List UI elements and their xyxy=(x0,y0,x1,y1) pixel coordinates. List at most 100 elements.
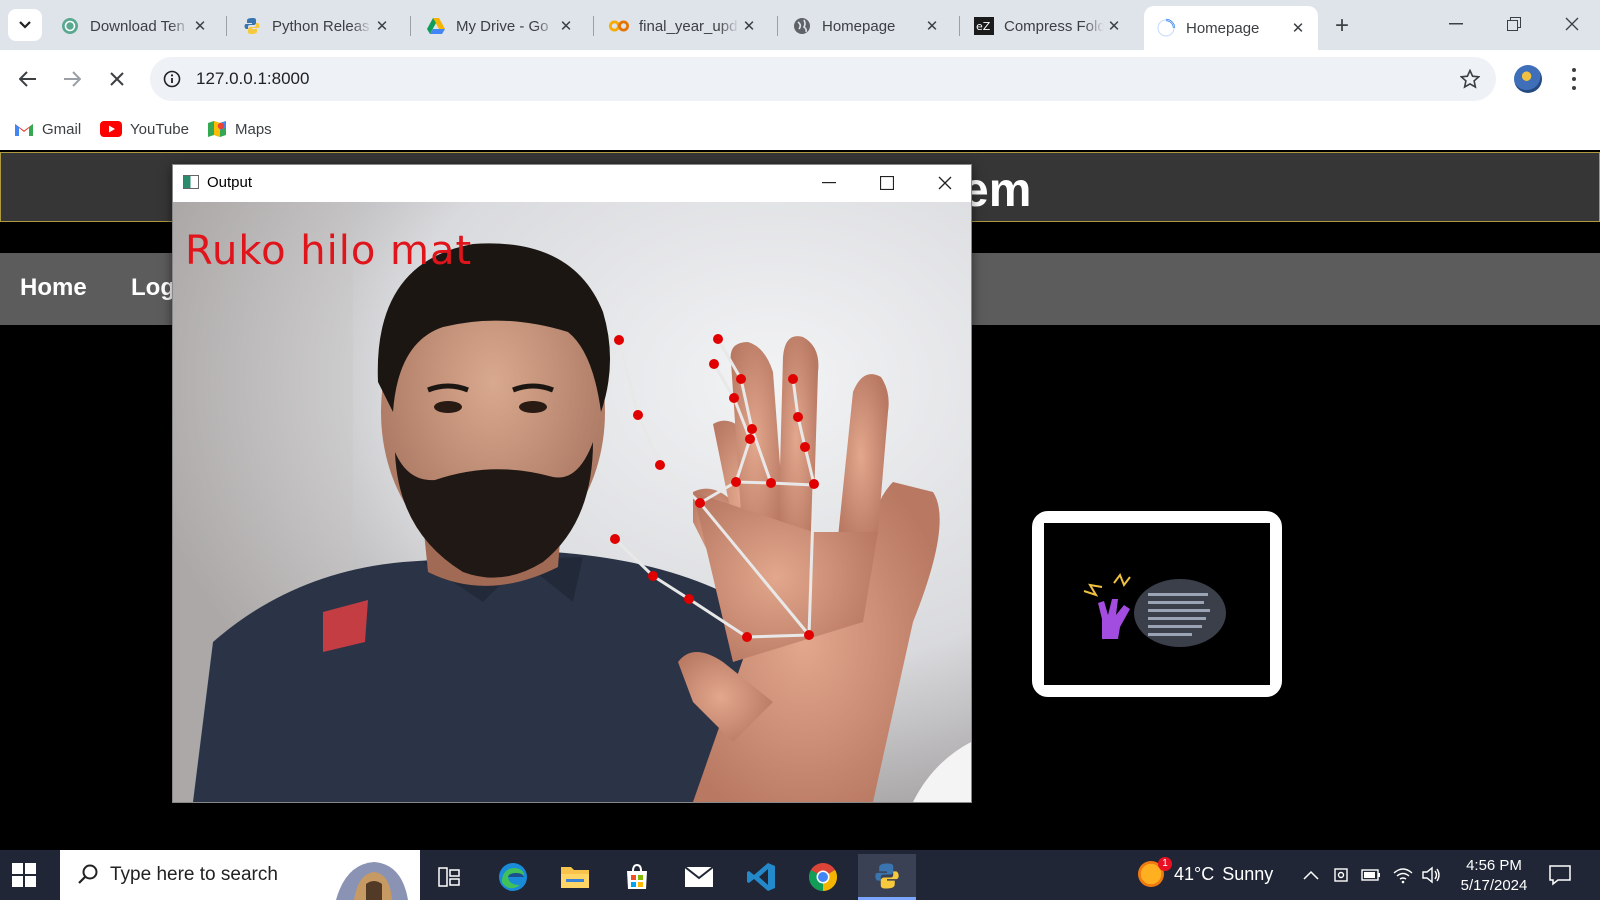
tab-compress[interactable]: eZ Compress Fold ✕ xyxy=(962,9,1134,43)
close-icon[interactable]: ✕ xyxy=(1288,18,1308,38)
ezyzip-icon: eZ xyxy=(974,16,994,36)
clock-time: 4:56 PM xyxy=(1466,857,1522,874)
nav-link-home[interactable]: Home xyxy=(20,274,87,302)
notification-badge: 1 xyxy=(1158,857,1172,871)
search-placeholder: Type here to search xyxy=(110,864,278,885)
arrow-left-icon xyxy=(19,71,36,87)
browser-menu-icon[interactable] xyxy=(1562,66,1586,92)
tab-title: Homepage xyxy=(1186,19,1260,37)
close-icon[interactable]: ✕ xyxy=(1104,16,1124,36)
tab-download[interactable]: Download Ten ✕ xyxy=(48,9,220,43)
bookmark-label: Maps xyxy=(235,120,272,138)
mail-icon[interactable] xyxy=(670,854,728,900)
close-icon xyxy=(1565,17,1579,31)
search-highlight-art xyxy=(336,862,408,900)
browser-toolbar: 127.0.0.1:8000 xyxy=(0,50,1600,108)
weather-widget[interactable]: 1 41°C Sunny xyxy=(1138,857,1274,887)
weather-temp: 41°C xyxy=(1174,863,1215,884)
colab-icon xyxy=(609,16,629,36)
python-icon xyxy=(242,16,262,36)
info-icon[interactable] xyxy=(160,67,184,91)
bookmark-maps[interactable]: Maps xyxy=(207,116,272,142)
bookmark-label: Gmail xyxy=(42,120,82,138)
app-icon xyxy=(183,175,199,189)
tab-homepage-active[interactable]: Homepage ✕ xyxy=(1144,6,1318,50)
gesture-message: Ruko hilo mat xyxy=(185,228,473,274)
nav-link-login[interactable]: Log xyxy=(131,274,175,302)
loading-spinner-icon xyxy=(1156,18,1176,38)
close-icon[interactable]: ✕ xyxy=(739,16,759,36)
taskbar: Type here to search 1 41°C Sunny 4:56 PM… xyxy=(0,850,1600,900)
tab-strip: Download Ten ✕ Python Releas ✕ My Drive … xyxy=(0,0,1600,50)
maximize-button[interactable] xyxy=(867,169,907,197)
gesture-preview-card xyxy=(1032,511,1282,697)
tab-title: Compress Fold xyxy=(1004,17,1104,35)
tab-python[interactable]: Python Releas ✕ xyxy=(230,9,402,43)
meet-now-icon[interactable] xyxy=(1330,865,1352,885)
notification-center-icon[interactable] xyxy=(1548,864,1572,886)
taskbar-search[interactable]: Type here to search xyxy=(60,850,420,900)
bookmarks-bar: Gmail YouTube Maps xyxy=(0,108,1600,150)
gesture-illustration xyxy=(1044,523,1270,685)
minimize-button[interactable] xyxy=(809,169,849,197)
bookmark-gmail[interactable]: Gmail xyxy=(14,116,81,142)
task-view-icon[interactable] xyxy=(420,854,478,900)
output-window-title: Output xyxy=(207,174,253,191)
tab-title: final_year_upd xyxy=(639,17,738,35)
tab-google-drive[interactable]: My Drive - Go ✕ xyxy=(414,9,586,43)
clock-date: 5/17/2024 xyxy=(1460,877,1528,894)
tab-title: Python Releas xyxy=(272,17,370,35)
volume-icon[interactable] xyxy=(1420,865,1442,885)
python-icon[interactable] xyxy=(858,854,916,900)
close-icon[interactable]: ✕ xyxy=(372,16,392,36)
restore-button[interactable] xyxy=(1486,8,1542,40)
close-icon[interactable]: ✕ xyxy=(922,16,942,36)
sun-icon: 1 xyxy=(1138,857,1172,887)
close-icon[interactable]: ✕ xyxy=(556,16,576,36)
minimize-icon xyxy=(1449,23,1463,25)
battery-icon[interactable] xyxy=(1360,865,1382,885)
webcam-feed: Ruko hilo mat xyxy=(173,202,971,802)
tab-title: Download Ten xyxy=(90,17,185,35)
tab-search-button[interactable] xyxy=(8,9,42,41)
weather-condition: Sunny xyxy=(1222,863,1274,884)
address-bar[interactable]: 127.0.0.1:8000 xyxy=(150,57,1496,101)
stop-loading-button[interactable] xyxy=(102,64,132,94)
output-window[interactable]: Output Ruko hilo mat xyxy=(172,164,972,803)
webcam-frame xyxy=(173,202,971,802)
bookmark-youtube[interactable]: YouTube xyxy=(100,116,189,142)
forward-button[interactable] xyxy=(57,64,87,94)
profile-avatar[interactable] xyxy=(1514,65,1542,93)
minimize-button[interactable] xyxy=(1428,8,1484,40)
tab-colab[interactable]: final_year_upd ✕ xyxy=(597,9,769,43)
google-drive-icon xyxy=(426,16,446,36)
minimize-icon xyxy=(822,182,836,184)
url-text[interactable]: 127.0.0.1:8000 xyxy=(196,69,309,89)
close-icon[interactable]: ✕ xyxy=(190,16,210,36)
gmail-icon xyxy=(14,121,34,137)
close-window-button[interactable] xyxy=(925,169,965,197)
close-window-button[interactable] xyxy=(1544,8,1600,40)
svg-text:eZ: eZ xyxy=(976,20,991,33)
file-explorer-icon[interactable] xyxy=(546,854,604,900)
back-button[interactable] xyxy=(13,64,43,94)
edge-icon[interactable] xyxy=(484,854,542,900)
chevron-down-icon xyxy=(19,21,31,29)
new-tab-button[interactable]: + xyxy=(1328,12,1356,40)
chrome-icon[interactable] xyxy=(794,854,852,900)
wifi-icon[interactable] xyxy=(1392,865,1414,885)
store-icon[interactable] xyxy=(608,854,666,900)
arrow-right-icon xyxy=(64,71,81,87)
output-window-titlebar[interactable]: Output xyxy=(173,165,971,201)
chevron-up-icon[interactable] xyxy=(1300,865,1322,885)
vscode-icon[interactable] xyxy=(732,854,790,900)
close-icon xyxy=(938,176,952,190)
restore-icon xyxy=(1507,17,1521,31)
system-clock[interactable]: 4:56 PM 5/17/2024 xyxy=(1452,856,1536,896)
tab-title: My Drive - Go xyxy=(456,17,549,35)
close-icon xyxy=(110,72,124,86)
globe-icon xyxy=(792,16,812,36)
bookmark-star-icon[interactable] xyxy=(1458,67,1482,91)
start-button[interactable] xyxy=(12,863,36,887)
tab-homepage[interactable]: Homepage ✕ xyxy=(780,9,952,43)
